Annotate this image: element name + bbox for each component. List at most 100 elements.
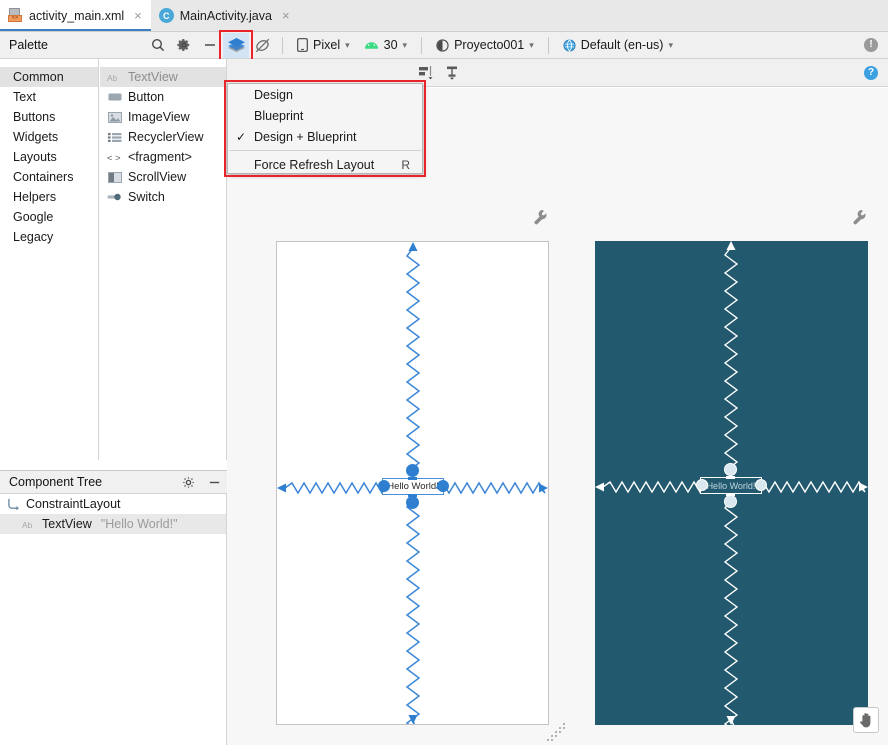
constraint-spring-left	[595, 480, 707, 494]
palette-item-label: ImageView	[128, 110, 190, 124]
tree-row-label: ConstraintLayout	[26, 497, 121, 511]
minimize-component-tree-button[interactable]	[201, 470, 227, 495]
svg-text:< >: < >	[107, 152, 121, 162]
constraint-edge-top	[408, 477, 417, 480]
device-preview-blueprint[interactable]: Hello World!	[595, 210, 868, 725]
palette-item-textview[interactable]: Ab TextView	[100, 67, 226, 87]
design-mode-dropdown-menu[interactable]: Design Blueprint ✓ Design + Blueprint Fo…	[227, 83, 423, 174]
menu-item-design[interactable]: Design	[228, 84, 422, 105]
svg-text:Ab: Ab	[107, 72, 118, 82]
anchor-top[interactable]	[406, 464, 419, 477]
button-icon	[107, 91, 122, 104]
palette-item-button[interactable]: Button	[100, 87, 226, 107]
device-selector[interactable]: Pixel ▾	[290, 33, 357, 58]
close-icon[interactable]: ×	[134, 9, 142, 22]
pan-hand-icon[interactable]	[853, 707, 879, 733]
palette-category-legacy[interactable]: Legacy	[0, 227, 98, 247]
palette-item-label: Button	[128, 90, 165, 104]
anchor-left[interactable]	[378, 480, 390, 492]
theme-selector[interactable]: Proyecto001 ▾	[429, 33, 541, 58]
palette-item-recyclerview[interactable]: RecyclerView	[100, 127, 226, 147]
device-config-wrench-icon[interactable]	[853, 210, 866, 229]
warning-badge[interactable]: !	[864, 38, 878, 52]
baseline-align-icon[interactable]	[439, 60, 465, 85]
tab-mainactivity-java[interactable]: C MainActivity.java ×	[151, 0, 299, 31]
textview-widget-blueprint[interactable]: Hello World!	[700, 477, 762, 494]
device-label: Pixel	[313, 38, 341, 52]
anchor-right[interactable]	[437, 480, 449, 492]
tab-activity-main-xml[interactable]: <> activity_main.xml ×	[0, 0, 151, 31]
api-level-selector[interactable]: 30 ▾	[357, 33, 414, 58]
search-icon[interactable]	[145, 33, 171, 58]
menu-item-blueprint[interactable]: Blueprint	[228, 105, 422, 126]
component-tree-body: ConstraintLayout Ab TextView "Hello Worl…	[0, 494, 227, 745]
anchor-right[interactable]	[755, 479, 767, 491]
palette-item-fragment[interactable]: < > <fragment>	[100, 147, 226, 167]
chevron-down-icon: ▾	[345, 39, 350, 50]
gear-icon[interactable]	[171, 33, 197, 58]
menu-item-design-plus-blueprint[interactable]: ✓ Design + Blueprint	[228, 126, 422, 147]
menu-item-label: Design	[254, 87, 293, 102]
palette-category-helpers[interactable]: Helpers	[0, 187, 98, 207]
textview-widget-design[interactable]: Hello World!	[382, 478, 444, 495]
palette-category-text[interactable]: Text	[0, 87, 98, 107]
palette-item-imageview[interactable]: ImageView	[100, 107, 226, 127]
constraintlayout-icon	[6, 498, 21, 511]
gear-icon[interactable]	[175, 470, 201, 495]
palette-category-list: Common Text Buttons Widgets Layouts Cont…	[0, 59, 99, 460]
design-surface-canvas[interactable]: Hello World! Hello World!	[227, 88, 888, 745]
resize-grip-icon[interactable]	[545, 721, 571, 743]
palette-category-containers[interactable]: Containers	[0, 167, 98, 187]
recyclerview-icon	[107, 131, 122, 144]
palette-category-google[interactable]: Google	[0, 207, 98, 227]
tree-row-textview[interactable]: Ab TextView "Hello World!"	[0, 514, 226, 534]
blueprint-render-surface[interactable]: Hello World!	[595, 241, 868, 725]
tree-row-constraintlayout[interactable]: ConstraintLayout	[0, 494, 226, 514]
palette-item-label: Switch	[128, 190, 165, 204]
palette-item-scrollview[interactable]: ScrollView	[100, 167, 226, 187]
device-config-wrench-icon[interactable]	[534, 210, 547, 229]
device-preview-design[interactable]: Hello World!	[276, 210, 549, 725]
tab-label: activity_main.xml	[29, 8, 125, 23]
api-label: 30	[383, 38, 398, 52]
minimize-palette-button[interactable]	[197, 33, 223, 58]
xml-file-icon: <>	[8, 8, 23, 23]
palette-item-switch[interactable]: Switch	[100, 187, 226, 207]
palette-category-buttons[interactable]: Buttons	[0, 107, 98, 127]
constraint-spring-left	[277, 481, 389, 495]
textview-icon: Ab	[22, 518, 37, 531]
align-horizontal-icon[interactable]	[413, 60, 439, 85]
tab-label: MainActivity.java	[179, 8, 272, 23]
anchor-left[interactable]	[696, 479, 708, 491]
palette-category-common[interactable]: Common	[0, 67, 98, 87]
close-icon[interactable]: ×	[282, 9, 290, 22]
palette-and-surface-toolbar: Palette Pixel ▾ 30 ▾ Proyecto001 ▾ Defau…	[0, 29, 888, 61]
design-render-surface[interactable]: Hello World!	[276, 241, 549, 725]
toolbar-divider	[547, 36, 549, 54]
anchor-top[interactable]	[724, 463, 737, 476]
svg-text:Ab: Ab	[22, 519, 33, 529]
textview-text: Hello World!	[387, 481, 439, 492]
menu-item-force-refresh-layout[interactable]: Force Refresh Layout R	[228, 154, 422, 175]
theme-label: Proyecto001	[454, 38, 525, 52]
locale-selector[interactable]: Default (en-us) ▾	[556, 33, 680, 58]
scrollview-icon	[107, 171, 122, 184]
java-class-icon: C	[158, 8, 174, 23]
constraint-spring-top	[405, 242, 421, 468]
anchor-bottom[interactable]	[406, 496, 419, 509]
constraint-spring-right	[756, 480, 868, 494]
design-surface-layers-icon[interactable]	[219, 29, 253, 61]
component-tree-header: Component Tree	[0, 470, 227, 494]
help-badge[interactable]: ?	[864, 65, 878, 80]
anchor-bottom[interactable]	[724, 495, 737, 508]
palette-category-layouts[interactable]: Layouts	[0, 147, 98, 167]
blueprint-toggle-icon[interactable]	[249, 33, 275, 58]
constraint-spring-right	[436, 481, 548, 495]
constraint-spring-bottom	[405, 498, 421, 724]
phone-icon	[297, 38, 308, 52]
textview-text: Hello World!	[706, 480, 756, 491]
constraint-spring-bottom	[723, 499, 739, 725]
palette-category-widgets[interactable]: Widgets	[0, 127, 98, 147]
imageview-icon	[107, 111, 122, 124]
textview-icon: Ab	[107, 71, 122, 84]
